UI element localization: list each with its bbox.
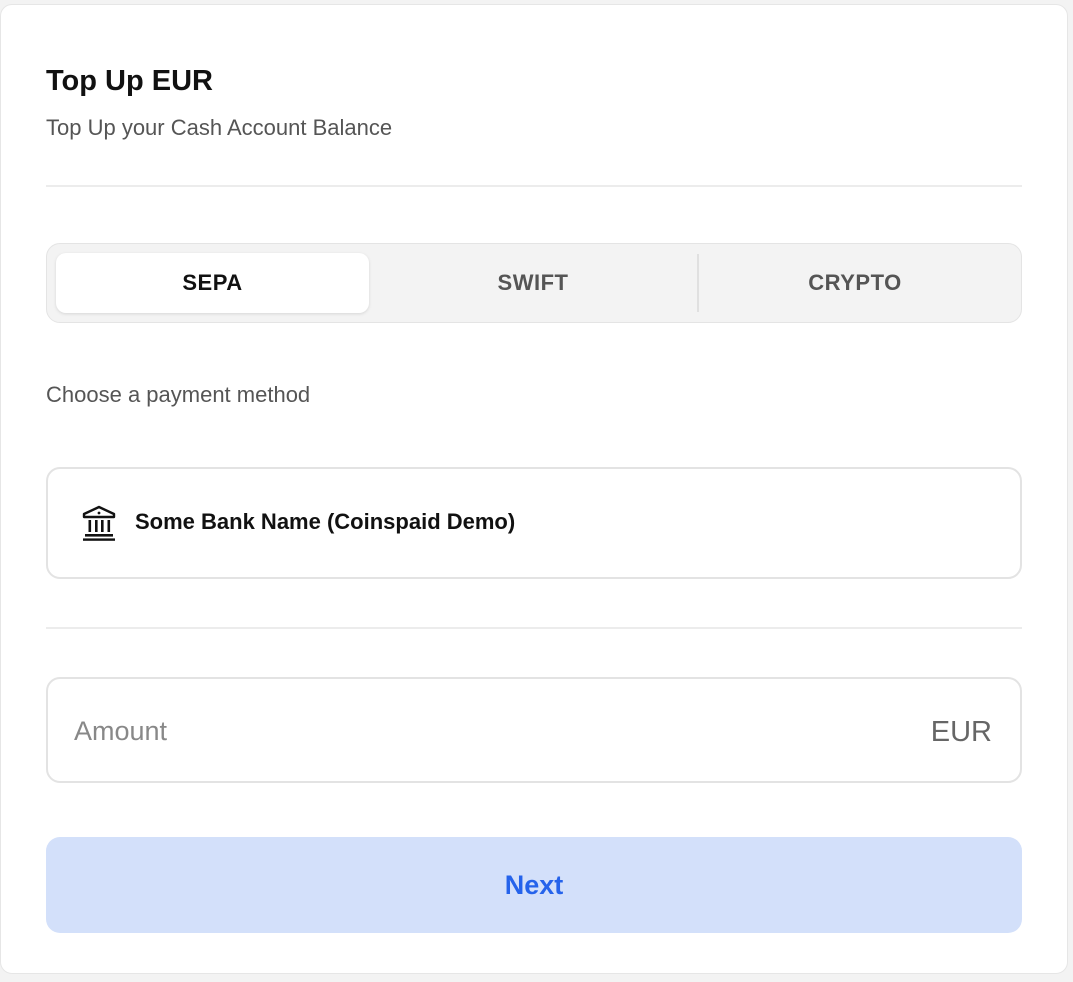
transfer-type-tabs: SEPA SWIFT CRYPTO	[46, 243, 1022, 323]
tab-sepa[interactable]: SEPA	[56, 253, 369, 313]
page-title: Top Up EUR	[46, 65, 213, 97]
bank-name: Some Bank Name (Coinspaid Demo)	[135, 509, 516, 534]
tab-swift[interactable]: SWIFT	[373, 253, 693, 313]
amount-input[interactable]	[74, 709, 854, 753]
bank-icon	[82, 505, 116, 541]
payment-method-label: Choose a payment method	[46, 382, 311, 407]
section-divider	[46, 627, 1022, 629]
amount-field: EUR	[46, 677, 1022, 783]
page-subtitle: Top Up your Cash Account Balance	[46, 115, 393, 140]
header-divider	[46, 185, 1022, 187]
next-button[interactable]: Next	[46, 837, 1022, 933]
tab-crypto[interactable]: CRYPTO	[699, 253, 1011, 313]
currency-label: EUR	[930, 716, 992, 748]
payment-method-option[interactable]: Some Bank Name (Coinspaid Demo)	[46, 467, 1022, 579]
top-up-card: Top Up EUR Top Up your Cash Account Bala…	[0, 4, 1068, 974]
